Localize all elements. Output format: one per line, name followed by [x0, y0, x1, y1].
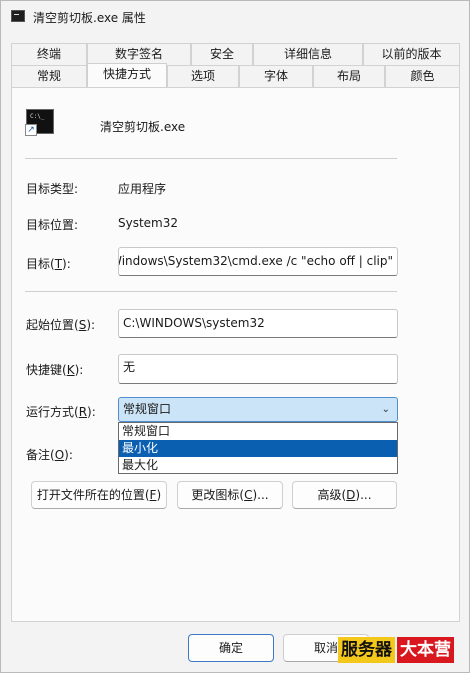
- run-label: 运行方式(R):: [26, 405, 96, 419]
- comment-label: 备注(O):: [26, 448, 73, 462]
- ok-button[interactable]: 确定: [188, 634, 274, 662]
- chevron-down-icon: ⌄: [381, 404, 390, 415]
- run-select[interactable]: 常规窗口 ⌄: [118, 397, 398, 422]
- target-input[interactable]: Windows\System32\cmd.exe /c "echo off | …: [118, 247, 398, 276]
- target-location-value: System32: [118, 216, 179, 230]
- watermark-part2: 大本营: [397, 637, 454, 663]
- window-title: 清空剪切板.exe 属性: [33, 11, 146, 25]
- target-location-label: 目标位置:: [26, 218, 79, 232]
- divider: [25, 158, 397, 159]
- target-type-value: 应用程序: [118, 182, 167, 196]
- divider: [25, 291, 397, 292]
- tab-shortcut[interactable]: 快捷方式: [87, 63, 167, 87]
- run-dropdown-list: 常规窗口 最小化 最大化: [118, 422, 398, 474]
- shortcut-arrow-icon: ↗: [25, 124, 37, 136]
- title-bar[interactable]: 清空剪切板.exe 属性: [1, 1, 469, 33]
- start-in-label: 起始位置(S):: [26, 318, 96, 332]
- tab-security[interactable]: 安全: [191, 43, 253, 65]
- shortcut-name: 清空剪切板.exe: [100, 120, 186, 134]
- advanced-button[interactable]: 高级(D)...: [292, 481, 397, 509]
- hotkey-input[interactable]: 无: [118, 354, 398, 384]
- run-option-minimized[interactable]: 最小化: [119, 440, 397, 457]
- hotkey-label: 快捷键(K):: [26, 363, 84, 377]
- open-file-location-button[interactable]: 打开文件所在的位置(F): [31, 481, 167, 509]
- change-icon-button[interactable]: 更改图标(C)...: [177, 481, 283, 509]
- tab-digital-signatures[interactable]: 数字签名: [87, 43, 191, 65]
- tab-terminal[interactable]: 终端: [11, 43, 87, 65]
- start-in-input[interactable]: C:\WINDOWS\system32: [118, 309, 398, 338]
- console-app-icon: [11, 10, 25, 22]
- run-option-normal[interactable]: 常规窗口: [119, 423, 397, 440]
- tab-previous-versions[interactable]: 以前的版本: [363, 43, 460, 65]
- tab-colors[interactable]: 颜色: [385, 65, 460, 87]
- run-option-maximized[interactable]: 最大化: [119, 457, 397, 474]
- watermark-badge: 服务器 大本营: [338, 637, 454, 663]
- tab-options[interactable]: 选项: [167, 65, 239, 87]
- target-label: 目标(T):: [26, 257, 71, 271]
- tab-font[interactable]: 字体: [239, 65, 313, 87]
- tab-layout[interactable]: 布局: [313, 65, 385, 87]
- cmd-shortcut-icon: C:\_ ↗: [25, 109, 54, 136]
- tab-general[interactable]: 常规: [11, 65, 87, 87]
- tab-details[interactable]: 详细信息: [253, 43, 363, 65]
- run-select-value: 常规窗口: [123, 402, 172, 416]
- watermark-part1: 服务器: [338, 637, 395, 663]
- properties-window: 清空剪切板.exe 属性 终端 数字签名 安全 详细信息 以前的版本 常规 快捷…: [0, 0, 470, 673]
- target-type-label: 目标类型:: [26, 182, 79, 196]
